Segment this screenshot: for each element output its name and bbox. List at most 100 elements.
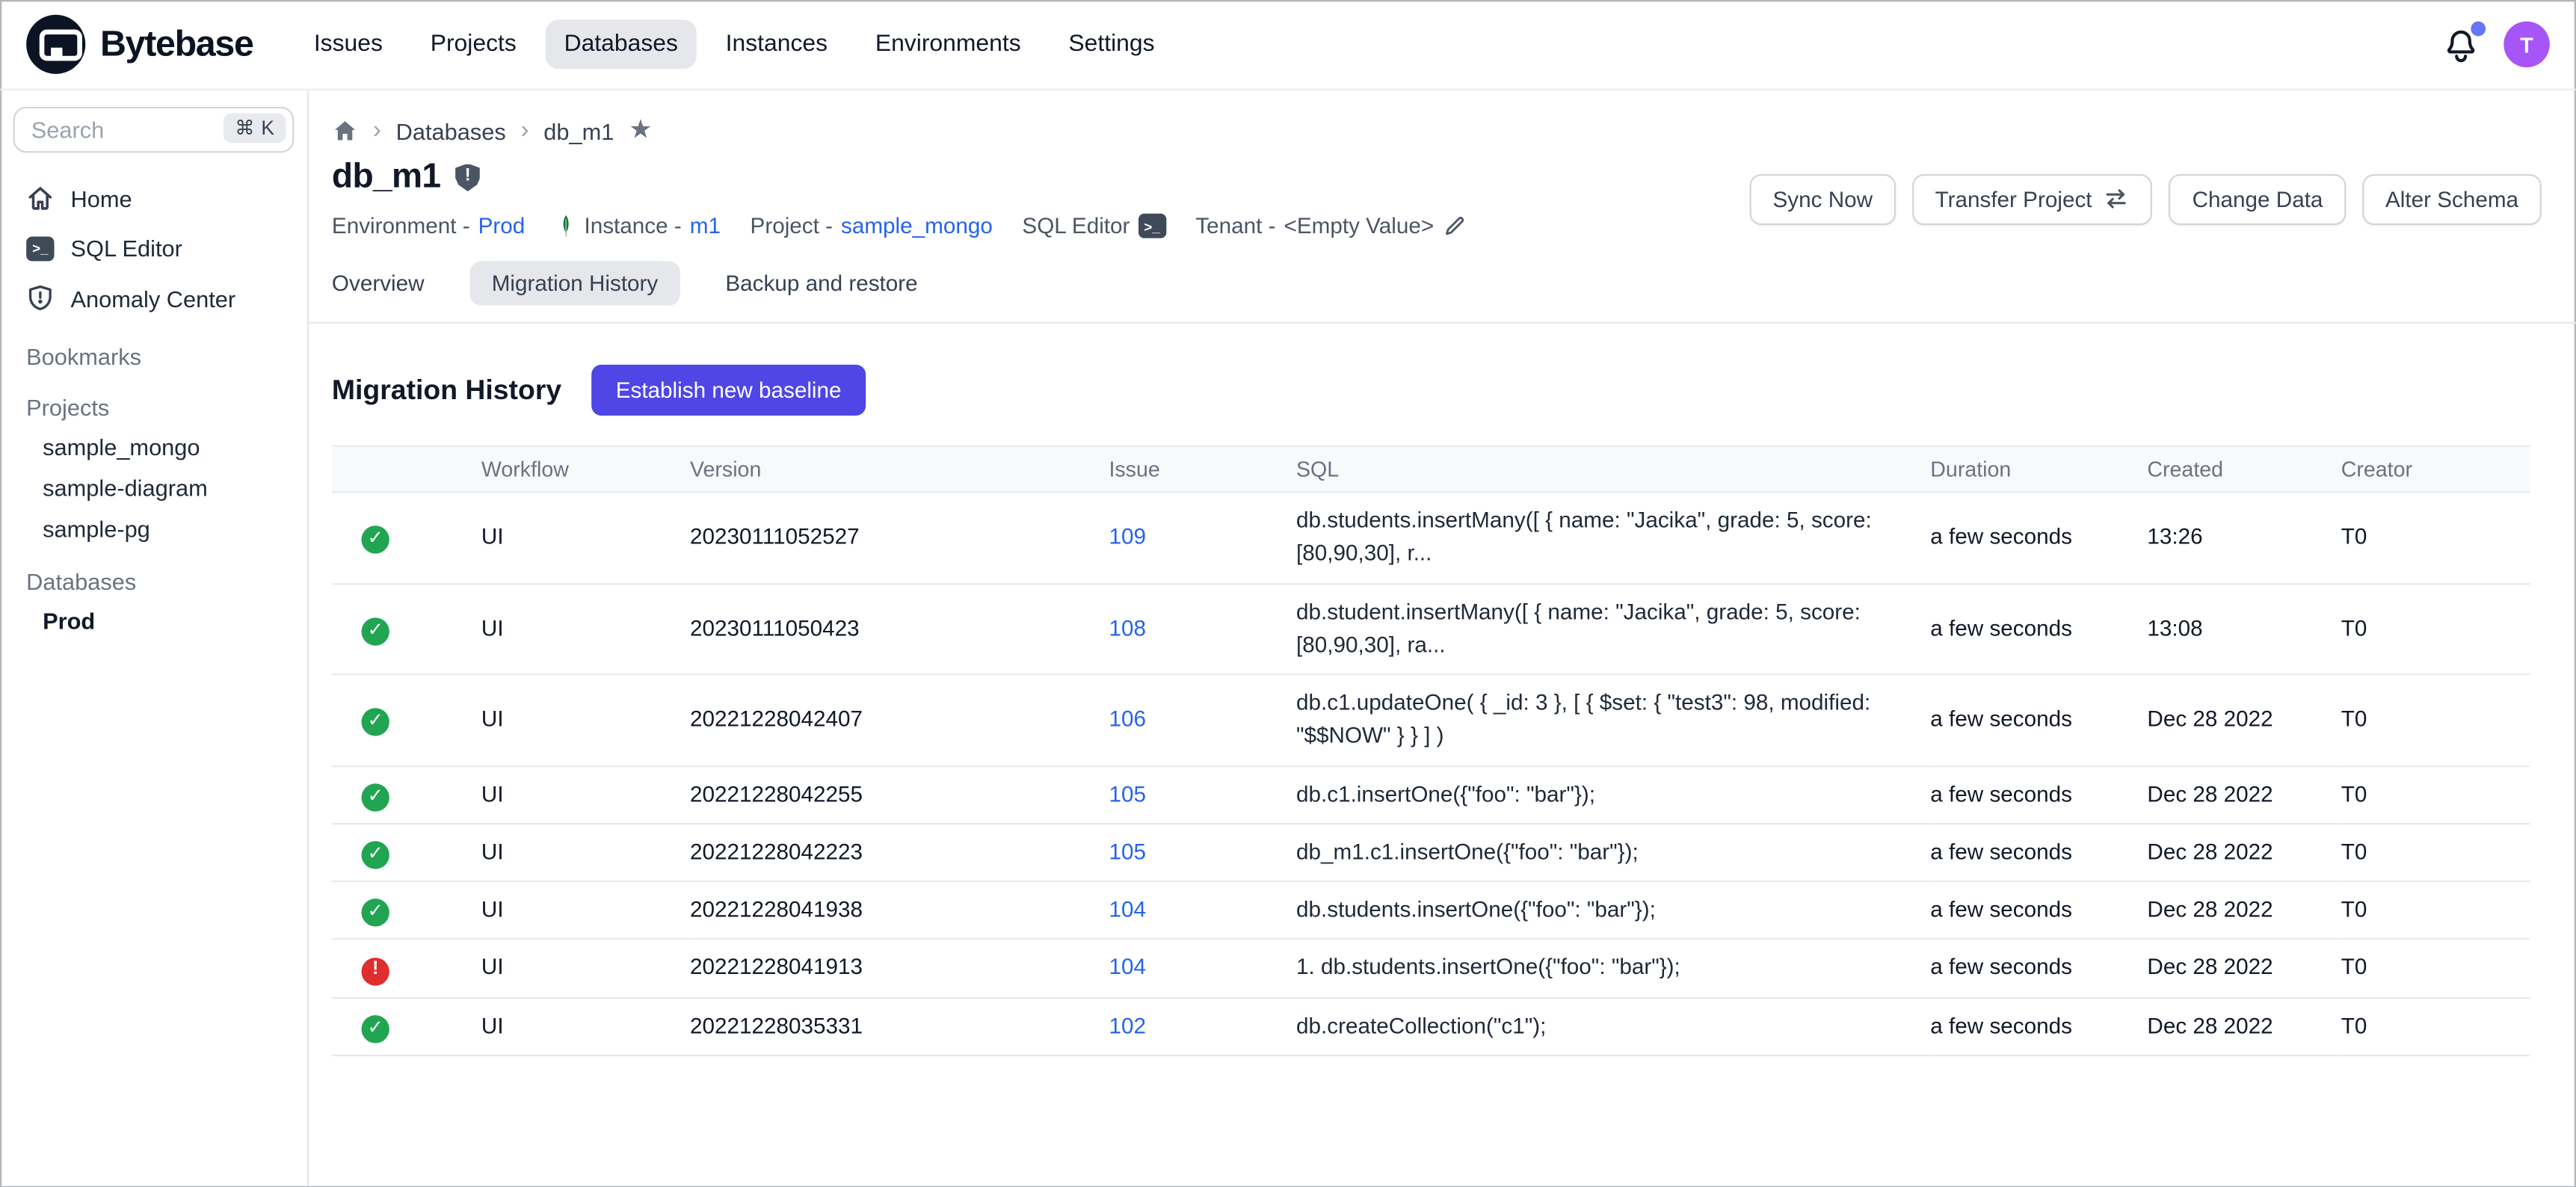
transfer-arrows-icon	[2104, 188, 2130, 211]
issue-link[interactable]: 106	[1109, 706, 1146, 731]
version-cell: 20221228041938	[690, 881, 1109, 939]
version-cell: 20221228042407	[690, 674, 1109, 765]
migration-row[interactable]: UI 20221228035331 102 db.createCollectio…	[332, 997, 2530, 1055]
created-cell: Dec 28 2022	[2147, 881, 2341, 939]
issue-link[interactable]: 104	[1109, 897, 1146, 922]
migration-row[interactable]: UI 20221228041938 104 db.students.insert…	[332, 881, 2530, 939]
instance-link[interactable]: m1	[690, 214, 721, 238]
sidebar-project-sample-diagram[interactable]: sample-diagram	[0, 466, 307, 508]
environment-link[interactable]: Prod	[478, 214, 526, 238]
migration-row[interactable]: UI 20221228042255 105 db.c1.insertOne({"…	[332, 765, 2530, 823]
created-cell: Dec 28 2022	[2147, 940, 2341, 997]
database-meta: Environment - Prod Instance - m1	[332, 212, 1467, 240]
migration-history-heading: Migration History	[332, 374, 561, 407]
sidebar-project-sample-mongo[interactable]: sample_mongo	[0, 425, 307, 466]
issue-link[interactable]: 105	[1109, 839, 1146, 863]
workflow-column-header: Workflow	[481, 446, 690, 493]
workflow-cell: UI	[481, 492, 690, 583]
meta-instance: Instance - m1	[555, 212, 721, 240]
workflow-cell: UI	[481, 940, 690, 997]
workflow-cell: UI	[481, 824, 690, 881]
migration-status-icon	[361, 617, 389, 645]
duration-column-header: Duration	[1930, 446, 2147, 493]
sql-cell: db.c1.insertOne({"foo": "bar"});	[1296, 765, 1930, 823]
migration-row[interactable]: UI 20221228041913 104 1. db.students.ins…	[332, 940, 2530, 997]
home-icon	[26, 184, 54, 212]
topnav-item-projects[interactable]: Projects	[413, 19, 534, 69]
issue-link[interactable]: 104	[1109, 955, 1146, 979]
bookmark-star-icon[interactable]: ★	[629, 117, 653, 144]
meta-environment: Environment - Prod	[332, 214, 525, 238]
topnav-item-settings[interactable]: Settings	[1050, 19, 1173, 69]
sql-cell: 1. db.students.insertOne({"foo": "bar"})…	[1296, 940, 1930, 997]
table-header-row: Workflow Version Issue SQL Duration Crea…	[332, 446, 2530, 493]
chevron-right-icon: ›	[373, 117, 381, 144]
tab-migration-history[interactable]: Migration History	[470, 261, 680, 305]
page-title: db_m1	[332, 158, 440, 197]
created-cell: Dec 28 2022	[2147, 997, 2341, 1055]
change-data-button[interactable]: Change Data	[2169, 173, 2346, 224]
migration-row[interactable]: UI 20230111052527 109 db.students.insert…	[332, 492, 2530, 583]
issue-link[interactable]: 109	[1109, 524, 1146, 549]
bytebase-brand[interactable]: Bytebase	[26, 15, 253, 74]
duration-cell: a few seconds	[1930, 583, 2147, 674]
meta-sql-editor[interactable]: SQL Editor >_	[1022, 214, 1165, 238]
sql-cell: db.createCollection("c1");	[1296, 997, 1930, 1055]
created-cell: 13:26	[2147, 492, 2341, 583]
workflow-cell: UI	[481, 674, 690, 765]
migration-status-icon	[361, 899, 389, 927]
sql-column-header: SQL	[1296, 446, 1930, 493]
topnav-item-environments[interactable]: Environments	[857, 19, 1039, 69]
user-avatar[interactable]: T	[2503, 22, 2550, 68]
sidebar-item-home[interactable]: Home	[0, 173, 307, 223]
app-window: Bytebase Issues Projects Databases Insta…	[0, 0, 2576, 1187]
mongodb-leaf-icon	[555, 212, 576, 240]
main-content: › Databases › db_m1 ★ db_m1 Environment …	[309, 90, 2576, 1186]
brand-title: Bytebase	[100, 23, 253, 66]
sidebar-section-bookmarks: Bookmarks	[0, 324, 307, 374]
creator-cell: T0	[2341, 997, 2530, 1055]
tab-backup-and-restore[interactable]: Backup and restore	[725, 261, 917, 305]
created-cell: Dec 28 2022	[2147, 674, 2341, 765]
issue-link[interactable]: 105	[1109, 781, 1146, 806]
sidebar-project-sample-pg[interactable]: sample-pg	[0, 508, 307, 549]
version-cell: 20230111052527	[690, 492, 1109, 583]
issue-link[interactable]: 102	[1109, 1013, 1146, 1038]
sql-editor-terminal-icon: >_	[1138, 214, 1165, 238]
command-k-shortcut: ⌘ K	[224, 114, 286, 144]
home-icon[interactable]	[332, 117, 358, 144]
sidebar-database-prod[interactable]: Prod	[0, 599, 307, 641]
migration-row[interactable]: UI 20221228042223 105 db_m1.c1.insertOne…	[332, 824, 2530, 881]
migration-row[interactable]: UI 20230111050423 108 db.student.insertM…	[332, 583, 2530, 674]
sql-cell: db.students.insertOne({"foo": "bar"});	[1296, 881, 1930, 939]
issue-link[interactable]: 108	[1109, 615, 1146, 640]
sidebar-item-sql-editor[interactable]: >_ SQL Editor	[0, 223, 307, 273]
migration-status-icon	[361, 526, 389, 554]
migration-row[interactable]: UI 20221228042407 106 db.c1.updateOne( {…	[332, 674, 2530, 765]
tab-overview[interactable]: Overview	[332, 261, 425, 305]
sync-now-button[interactable]: Sync Now	[1750, 173, 1896, 224]
version-column-header: Version	[690, 446, 1109, 493]
edit-pencil-icon[interactable]	[1442, 214, 1467, 238]
topnav-item-instances[interactable]: Instances	[707, 19, 845, 69]
project-link[interactable]: sample_mongo	[841, 214, 993, 238]
version-cell: 20221228042255	[690, 765, 1109, 823]
transfer-project-button[interactable]: Transfer Project	[1912, 173, 2153, 224]
top-navigation: Issues Projects Databases Instances Envi…	[296, 19, 1173, 69]
sidebar-item-anomaly-center[interactable]: Anomaly Center	[0, 273, 307, 324]
bytebase-logo-icon	[26, 15, 85, 74]
breadcrumb-databases[interactable]: Databases	[396, 117, 506, 144]
topnav-item-databases[interactable]: Databases	[546, 19, 696, 69]
creator-cell: T0	[2341, 881, 2530, 939]
sql-cell: db.c1.updateOne( { _id: 3 }, [ { $set: {…	[1296, 674, 1930, 765]
notifications-button[interactable]	[2443, 26, 2479, 62]
establish-baseline-button[interactable]: Establish new baseline	[591, 365, 866, 416]
alter-schema-button[interactable]: Alter Schema	[2362, 173, 2542, 224]
duration-cell: a few seconds	[1930, 940, 2147, 997]
topnav-item-issues[interactable]: Issues	[296, 19, 401, 69]
meta-project: Project - sample_mongo	[751, 214, 993, 238]
breadcrumb-db-m1[interactable]: db_m1	[543, 117, 614, 144]
duration-cell: a few seconds	[1930, 824, 2147, 881]
creator-cell: T0	[2341, 583, 2530, 674]
version-cell: 20221228041913	[690, 940, 1109, 997]
